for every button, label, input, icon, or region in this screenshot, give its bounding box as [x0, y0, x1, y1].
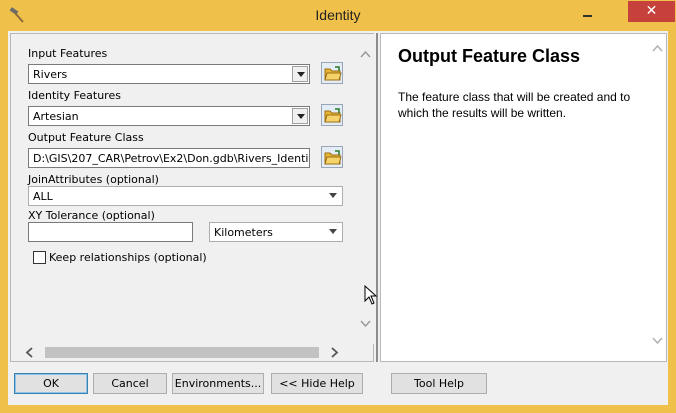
hide-help-button[interactable]: << Hide Help [271, 373, 363, 394]
output-feature-class-browse-button[interactable] [321, 146, 343, 168]
help-text: The feature class that will be created a… [398, 90, 631, 120]
xy-tolerance-input[interactable] [28, 222, 193, 242]
chevron-right-icon[interactable] [331, 347, 339, 358]
keep-relationships-checkbox[interactable] [33, 251, 46, 264]
dialog-button-bar: OK Cancel Environments... << Hide Help T… [8, 364, 668, 405]
dialog-client-area: Input Features Rivers Identity Features … [8, 31, 668, 405]
chevron-down-icon[interactable] [325, 188, 341, 204]
open-folder-icon [324, 150, 342, 165]
parameters-pane: Input Features Rivers Identity Features … [10, 33, 374, 362]
identity-features-browse-button[interactable] [321, 104, 343, 126]
input-features-label: Input Features [28, 47, 108, 60]
open-folder-icon [324, 108, 342, 123]
mouse-cursor-icon [364, 285, 378, 305]
identity-features-label: Identity Features [28, 89, 121, 102]
help-vertical-scrollbar[interactable] [649, 34, 666, 361]
open-folder-icon [324, 66, 342, 81]
help-pane: Output Feature Class The feature class t… [380, 33, 667, 362]
chevron-left-icon[interactable] [25, 347, 33, 358]
parameters-form: Input Features Rivers Identity Features … [11, 34, 357, 344]
join-attributes-combo[interactable]: ALL [28, 186, 343, 206]
help-title: Output Feature Class [398, 46, 581, 66]
chevron-down-icon[interactable] [292, 108, 308, 124]
environments-button[interactable]: Environments... [172, 373, 264, 394]
output-feature-class-label: Output Feature Class [28, 131, 144, 144]
minimize-button[interactable] [574, 3, 600, 23]
parameters-horizontal-scrollbar[interactable] [11, 344, 357, 361]
input-features-combo[interactable]: Rivers [28, 64, 310, 84]
xy-tolerance-unit-value: Kilometers [214, 226, 273, 239]
chevron-up-icon[interactable] [360, 50, 371, 58]
pane-splitter[interactable] [376, 33, 378, 362]
chevron-down-icon[interactable] [325, 224, 341, 240]
output-feature-class-input[interactable]: D:\GIS\207_CAR\Petrov\Ex2\Don.gdb\Rivers… [28, 148, 310, 168]
identity-features-combo[interactable]: Artesian [28, 106, 310, 126]
input-features-browse-button[interactable] [321, 62, 343, 84]
cancel-button[interactable]: Cancel [93, 373, 167, 394]
input-features-value: Rivers [33, 68, 68, 81]
chevron-up-icon[interactable] [652, 44, 663, 52]
chevron-down-icon[interactable] [652, 337, 663, 345]
ok-button[interactable]: OK [14, 373, 88, 394]
title-bar[interactable]: Identity ✕ [0, 0, 676, 31]
identity-features-value: Artesian [33, 110, 79, 123]
keep-relationships-label: Keep relationships (optional) [49, 251, 207, 264]
chevron-down-icon[interactable] [360, 320, 371, 328]
join-attributes-value: ALL [33, 190, 53, 203]
identity-dialog-window: Identity ✕ Input Features Rivers Identit… [0, 0, 676, 413]
tool-help-button[interactable]: Tool Help [391, 373, 487, 394]
xy-tolerance-unit-combo[interactable]: Kilometers [209, 222, 343, 242]
xy-tolerance-label: XY Tolerance (optional) [28, 209, 155, 222]
horizontal-scroll-thumb[interactable] [45, 347, 319, 358]
join-attributes-label: JoinAttributes (optional) [28, 173, 159, 186]
chevron-down-icon[interactable] [292, 66, 308, 82]
close-button[interactable]: ✕ [628, 1, 675, 22]
